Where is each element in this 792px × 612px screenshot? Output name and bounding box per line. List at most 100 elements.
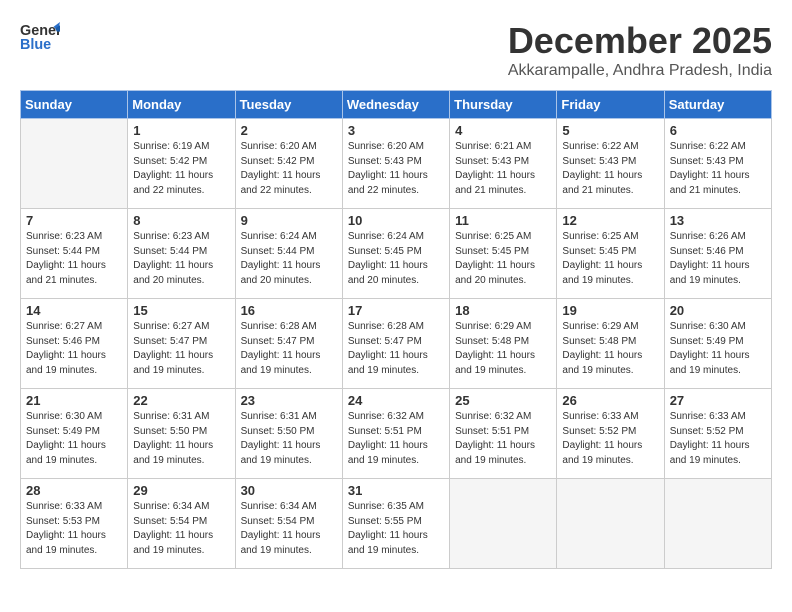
page-header: General Blue December 2025 Akkarampalle,… [20, 20, 772, 80]
day-info: Sunrise: 6:25 AM Sunset: 5:45 PM Dayligh… [455, 230, 551, 288]
day-info: Sunrise: 6:20 AM Sunset: 5:43 PM Dayligh… [348, 140, 444, 198]
day-number: 9 [241, 213, 337, 228]
day-number: 14 [26, 303, 122, 318]
day-number: 10 [348, 213, 444, 228]
calendar-cell: 14 Sunrise: 6:27 AM Sunset: 5:46 PM Dayli… [21, 299, 128, 389]
day-info: Sunrise: 6:35 AM Sunset: 5:55 PM Dayligh… [348, 500, 444, 558]
day-number: 15 [133, 303, 229, 318]
day-number: 11 [455, 213, 551, 228]
day-info: Sunrise: 6:23 AM Sunset: 5:44 PM Dayligh… [26, 230, 122, 288]
day-number: 20 [670, 303, 766, 318]
day-info: Sunrise: 6:32 AM Sunset: 5:51 PM Dayligh… [455, 410, 551, 468]
calendar-cell: 18 Sunrise: 6:29 AM Sunset: 5:48 PM Dayli… [450, 299, 557, 389]
day-number: 6 [670, 123, 766, 138]
day-info: Sunrise: 6:27 AM Sunset: 5:46 PM Dayligh… [26, 320, 122, 378]
day-number: 12 [562, 213, 658, 228]
day-info: Sunrise: 6:21 AM Sunset: 5:43 PM Dayligh… [455, 140, 551, 198]
day-number: 1 [133, 123, 229, 138]
weekday-header-wednesday: Wednesday [342, 91, 449, 119]
calendar-cell: 2 Sunrise: 6:20 AM Sunset: 5:42 PM Daylig… [235, 119, 342, 209]
day-info: Sunrise: 6:22 AM Sunset: 5:43 PM Dayligh… [562, 140, 658, 198]
day-info: Sunrise: 6:24 AM Sunset: 5:44 PM Dayligh… [241, 230, 337, 288]
day-info: Sunrise: 6:28 AM Sunset: 5:47 PM Dayligh… [241, 320, 337, 378]
calendar-cell: 10Sunrise: 6:24 AM Sunset: 5:45 PM Dayli… [342, 209, 449, 299]
day-info: Sunrise: 6:27 AM Sunset: 5:47 PM Dayligh… [133, 320, 229, 378]
calendar-cell: 6Sunrise: 6:22 AM Sunset: 5:43 PM Daylig… [664, 119, 771, 209]
calendar-cell: 21Sunrise: 6:30 AM Sunset: 5:49 PM Dayli… [21, 389, 128, 479]
day-number: 27 [670, 393, 766, 408]
weekday-header-saturday: Saturday [664, 91, 771, 119]
day-info: Sunrise: 6:33 AM Sunset: 5:53 PM Dayligh… [26, 500, 122, 558]
day-info: Sunrise: 6:34 AM Sunset: 5:54 PM Dayligh… [241, 500, 337, 558]
calendar-table: SundayMondayTuesdayWednesdayThursdayFrid… [20, 90, 772, 569]
calendar-cell: 1Sunrise: 6:19 AM Sunset: 5:42 PM Daylig… [128, 119, 235, 209]
day-number: 18 [455, 303, 551, 318]
day-info: Sunrise: 6:29 AM Sunset: 5:48 PM Dayligh… [562, 320, 658, 378]
day-number: 19 [562, 303, 658, 318]
calendar-cell: 8Sunrise: 6:23 AM Sunset: 5:44 PM Daylig… [128, 209, 235, 299]
weekday-header-thursday: Thursday [450, 91, 557, 119]
day-info: Sunrise: 6:31 AM Sunset: 5:50 PM Dayligh… [133, 410, 229, 468]
day-info: Sunrise: 6:20 AM Sunset: 5:42 PM Dayligh… [241, 140, 337, 198]
calendar-cell: 30Sunrise: 6:34 AM Sunset: 5:54 PM Dayli… [235, 479, 342, 569]
calendar-cell [450, 479, 557, 569]
day-info: Sunrise: 6:34 AM Sunset: 5:54 PM Dayligh… [133, 500, 229, 558]
calendar-cell [664, 479, 771, 569]
day-info: Sunrise: 6:30 AM Sunset: 5:49 PM Dayligh… [670, 320, 766, 378]
calendar-cell: 15 Sunrise: 6:27 AM Sunset: 5:47 PM Dayli… [128, 299, 235, 389]
logo-icon: General Blue [20, 20, 60, 56]
calendar-cell: 29 Sunrise: 6:34 AM Sunset: 5:54 PM Dayli… [128, 479, 235, 569]
day-info: Sunrise: 6:29 AM Sunset: 5:48 PM Dayligh… [455, 320, 551, 378]
calendar-cell: 27 Sunrise: 6:33 AM Sunset: 5:52 PM Dayli… [664, 389, 771, 479]
weekday-header-row: SundayMondayTuesdayWednesdayThursdayFrid… [21, 91, 772, 119]
calendar-cell: 19 Sunrise: 6:29 AM Sunset: 5:48 PM Dayli… [557, 299, 664, 389]
day-number: 7 [26, 213, 122, 228]
weekday-header-tuesday: Tuesday [235, 91, 342, 119]
day-info: Sunrise: 6:23 AM Sunset: 5:44 PM Dayligh… [133, 230, 229, 288]
day-number: 24 [348, 393, 444, 408]
calendar-cell: 20 Sunrise: 6:30 AM Sunset: 5:49 PM Dayli… [664, 299, 771, 389]
calendar-week-2: 7 Sunrise: 6:23 AM Sunset: 5:44 PM Daylig… [21, 209, 772, 299]
day-number: 22 [133, 393, 229, 408]
day-info: Sunrise: 6:33 AM Sunset: 5:52 PM Dayligh… [670, 410, 766, 468]
svg-text:Blue: Blue [20, 37, 51, 53]
day-info: Sunrise: 6:32 AM Sunset: 5:51 PM Dayligh… [348, 410, 444, 468]
calendar-cell: 16 Sunrise: 6:28 AM Sunset: 5:47 PM Dayli… [235, 299, 342, 389]
calendar-cell: 7 Sunrise: 6:23 AM Sunset: 5:44 PM Daylig… [21, 209, 128, 299]
calendar-cell: 26 Sunrise: 6:33 AM Sunset: 5:52 PM Dayli… [557, 389, 664, 479]
day-number: 26 [562, 393, 658, 408]
day-number: 28 [26, 483, 122, 498]
day-number: 23 [241, 393, 337, 408]
calendar-cell [21, 119, 128, 209]
calendar-cell: 22 Sunrise: 6:31 AM Sunset: 5:50 PM Dayli… [128, 389, 235, 479]
calendar-cell: 23Sunrise: 6:31 AM Sunset: 5:50 PM Dayli… [235, 389, 342, 479]
day-info: Sunrise: 6:26 AM Sunset: 5:46 PM Dayligh… [670, 230, 766, 288]
day-number: 16 [241, 303, 337, 318]
calendar-week-3: 14 Sunrise: 6:27 AM Sunset: 5:46 PM Dayli… [21, 299, 772, 389]
calendar-cell: 17Sunrise: 6:28 AM Sunset: 5:47 PM Dayli… [342, 299, 449, 389]
calendar-cell: 25Sunrise: 6:32 AM Sunset: 5:51 PM Dayli… [450, 389, 557, 479]
month-title: December 2025 [508, 20, 772, 62]
day-number: 5 [562, 123, 658, 138]
calendar-week-4: 21Sunrise: 6:30 AM Sunset: 5:49 PM Dayli… [21, 389, 772, 479]
day-info: Sunrise: 6:25 AM Sunset: 5:45 PM Dayligh… [562, 230, 658, 288]
calendar-week-5: 28 Sunrise: 6:33 AM Sunset: 5:53 PM Dayli… [21, 479, 772, 569]
weekday-header-friday: Friday [557, 91, 664, 119]
day-number: 29 [133, 483, 229, 498]
weekday-header-monday: Monday [128, 91, 235, 119]
day-info: Sunrise: 6:28 AM Sunset: 5:47 PM Dayligh… [348, 320, 444, 378]
svg-text:General: General [20, 23, 60, 39]
day-info: Sunrise: 6:30 AM Sunset: 5:49 PM Dayligh… [26, 410, 122, 468]
calendar-cell: 4Sunrise: 6:21 AM Sunset: 5:43 PM Daylig… [450, 119, 557, 209]
calendar-cell: 9 Sunrise: 6:24 AM Sunset: 5:44 PM Daylig… [235, 209, 342, 299]
day-number: 2 [241, 123, 337, 138]
day-info: Sunrise: 6:33 AM Sunset: 5:52 PM Dayligh… [562, 410, 658, 468]
calendar-cell: 11 Sunrise: 6:25 AM Sunset: 5:45 PM Dayli… [450, 209, 557, 299]
calendar-cell: 3 Sunrise: 6:20 AM Sunset: 5:43 PM Daylig… [342, 119, 449, 209]
weekday-header-sunday: Sunday [21, 91, 128, 119]
day-number: 3 [348, 123, 444, 138]
calendar-week-1: 1Sunrise: 6:19 AM Sunset: 5:42 PM Daylig… [21, 119, 772, 209]
calendar-cell [557, 479, 664, 569]
title-section: December 2025 Akkarampalle, Andhra Prade… [508, 20, 772, 80]
location: Akkarampalle, Andhra Pradesh, India [508, 62, 772, 80]
